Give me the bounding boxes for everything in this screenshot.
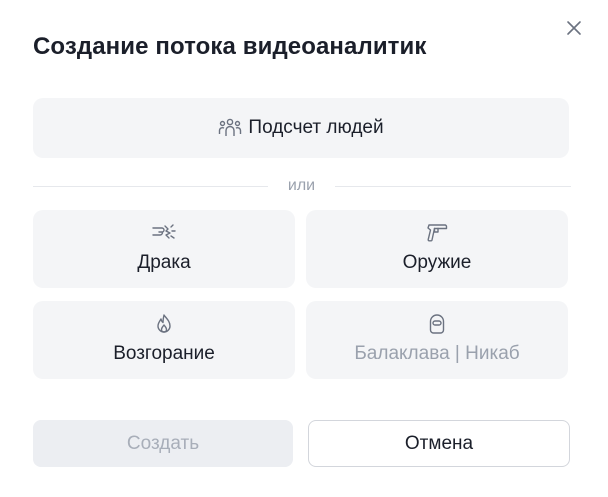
or-divider: или [33,176,571,196]
divider-line-right [335,186,571,187]
option-fire-label: Возгорание [113,343,215,364]
option-balaclava[interactable]: Балаклава | Никаб [306,301,568,379]
people-group-icon [218,117,242,139]
option-balaclava-label: Балаклава | Никаб [354,343,520,364]
option-people-count[interactable]: Подсчет людей [33,98,569,158]
option-people-count-label: Подсчет людей [248,117,384,138]
create-stream-dialog: Создание потока видеоаналитик Подсчет лю… [0,0,608,497]
close-button[interactable] [562,16,586,40]
option-weapon[interactable]: Оружие [306,210,568,288]
option-fight-label: Драка [137,252,191,273]
close-icon [567,21,581,35]
create-button[interactable]: Создать [33,420,293,467]
dialog-title: Создание потока видеоаналитик [33,33,427,60]
gun-icon [425,222,449,244]
option-fight[interactable]: Драка [33,210,295,288]
fire-icon [154,313,174,335]
balaclava-icon [427,313,447,335]
option-fire[interactable]: Возгорание [33,301,295,379]
divider-text: или [287,177,316,194]
option-weapon-label: Оружие [402,252,472,273]
fight-icon [151,222,177,244]
cancel-button[interactable]: Отмена [308,420,570,467]
divider-line-left [33,186,268,187]
